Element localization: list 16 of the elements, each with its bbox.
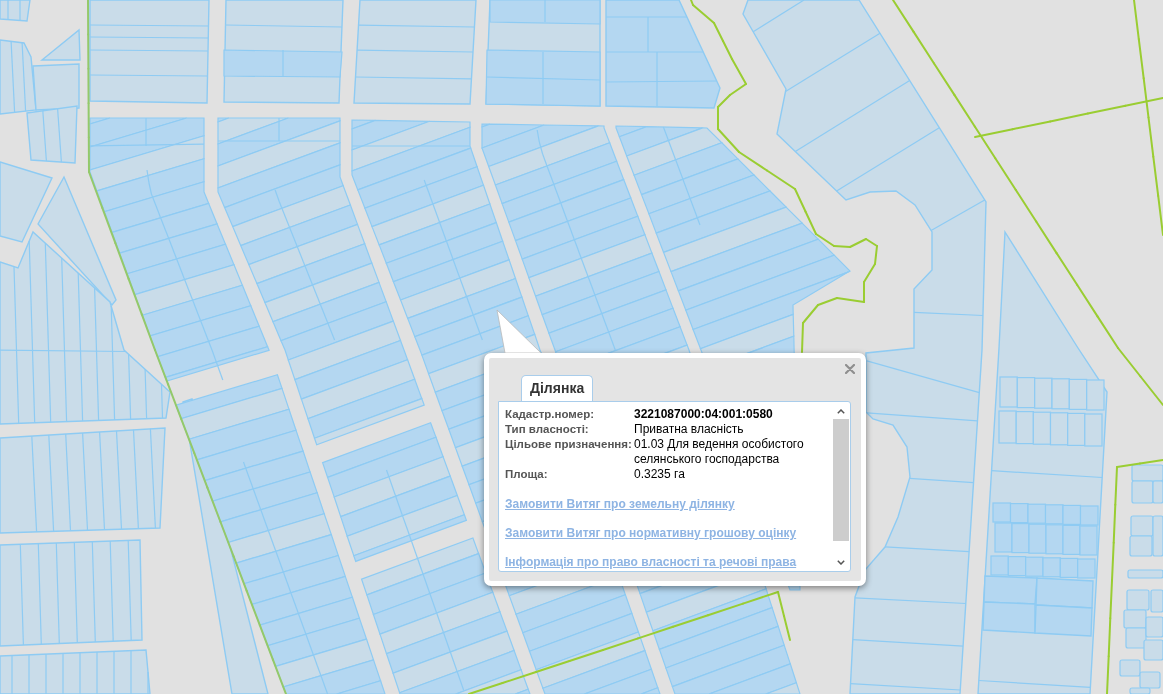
field-label: Цільове призначення: <box>505 438 632 450</box>
scrollbar-thumb[interactable] <box>833 419 849 541</box>
field-label: Площа: <box>505 468 548 480</box>
link[interactable]: Замовити Витяг про земельну ділянку <box>505 497 735 511</box>
field-value: 0.3235 га <box>634 467 685 481</box>
field-label: Тип власності: <box>505 423 589 435</box>
chevron-down-icon[interactable] <box>837 559 845 565</box>
field-label: Кадастр.номер: <box>505 408 595 420</box>
link[interactable]: Замовити Витяг про нормативну грошову оцінку <box>505 526 797 540</box>
field-value: 3221087000:04:001:0580 <box>634 407 773 421</box>
field-value: 01.03 Для ведення особистого селянського господарства <box>634 437 804 466</box>
close-icon[interactable] <box>845 364 855 374</box>
field-value: Приватна власність <box>634 422 744 436</box>
link[interactable]: Інформація про право власності та речові права <box>505 555 797 569</box>
tab[interactable]: Ділянка <box>521 375 594 401</box>
chevron-up-icon[interactable] <box>837 408 845 414</box>
